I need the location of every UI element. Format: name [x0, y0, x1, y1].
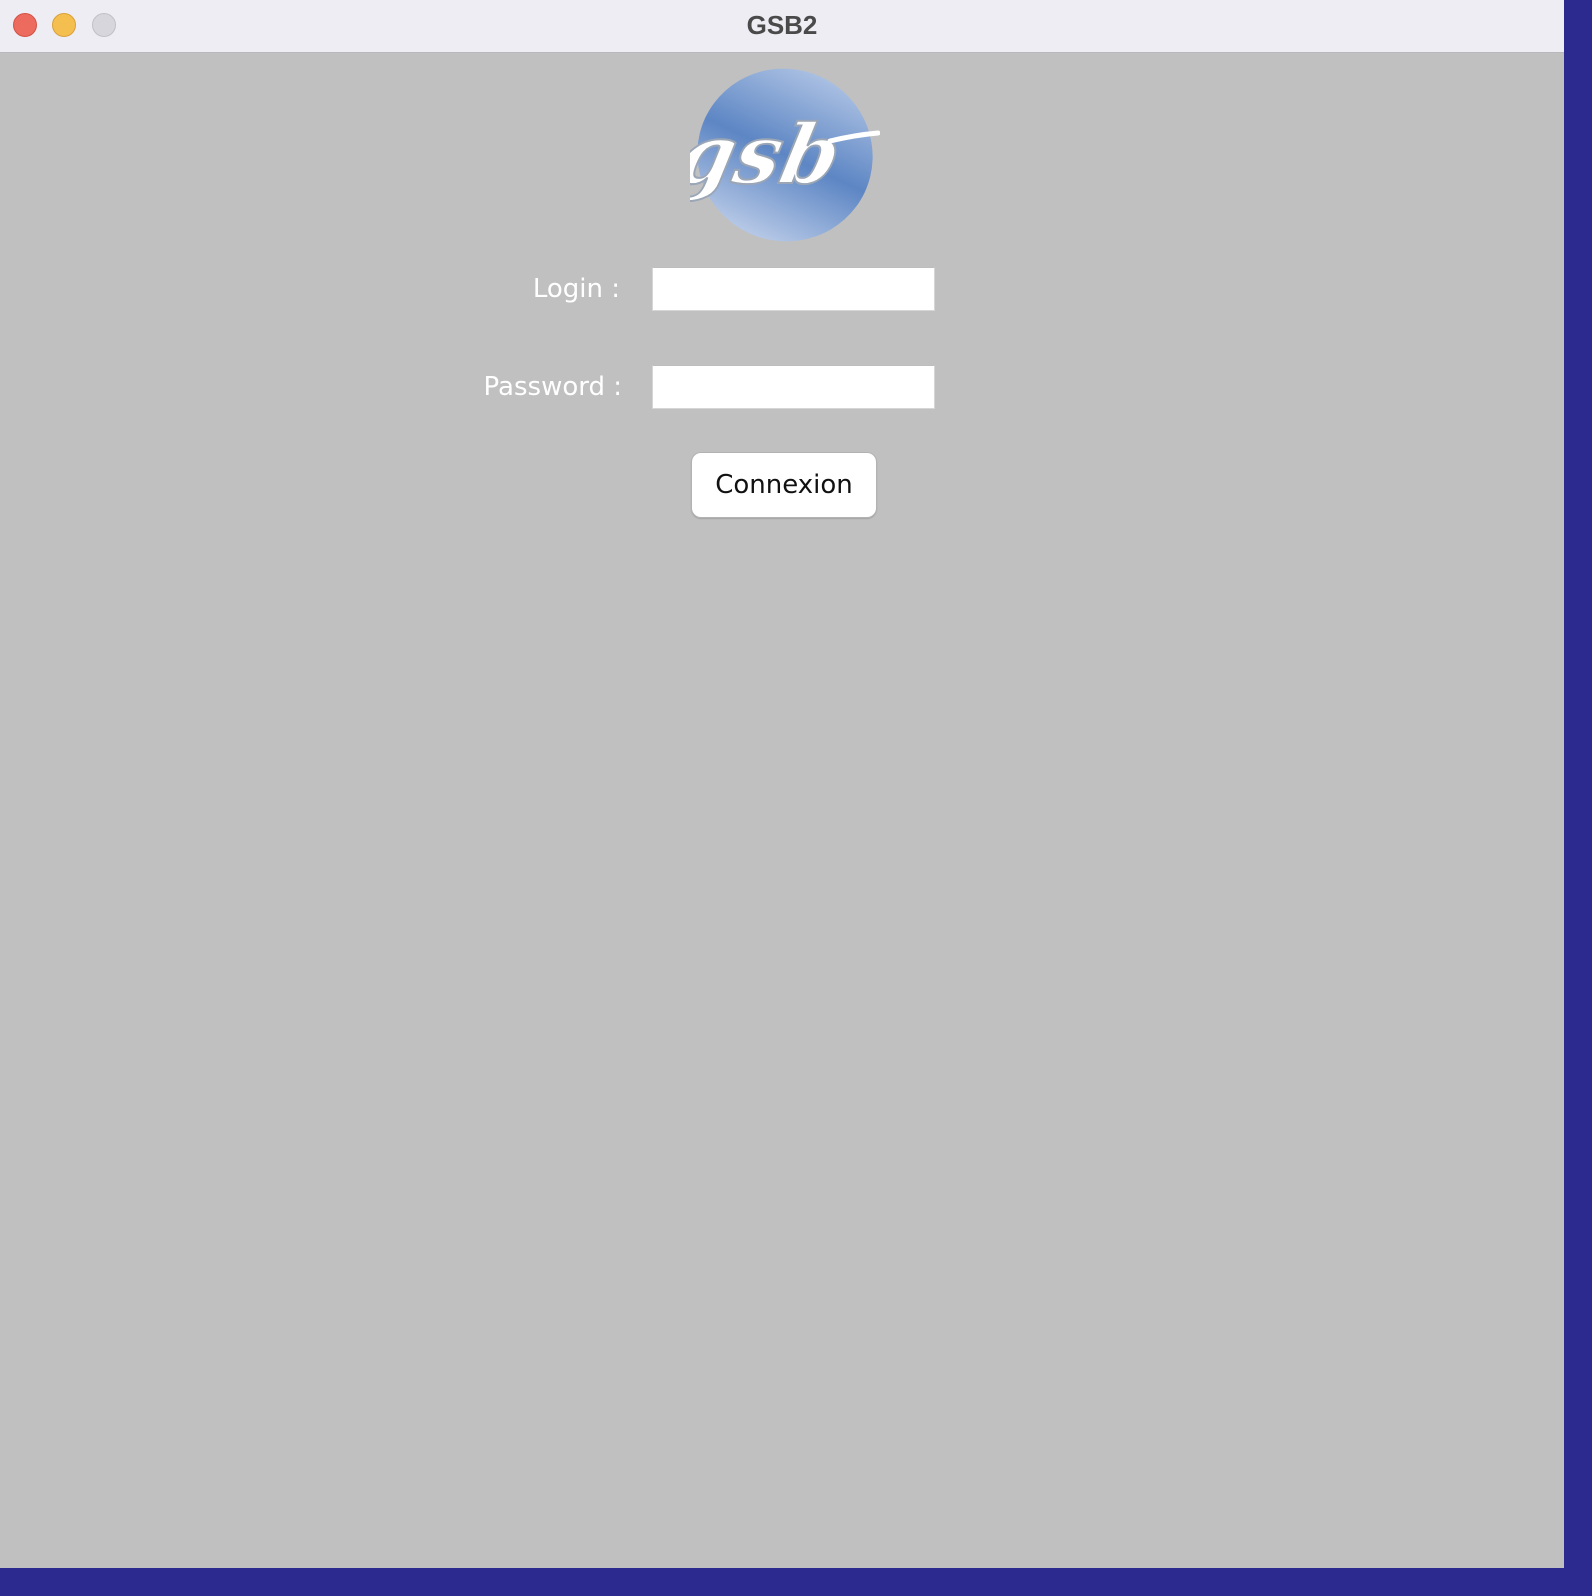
app-window: GSB2 gsb Login : Password : Connexion	[0, 0, 1564, 1568]
password-label: Password :	[483, 372, 622, 402]
title-bar[interactable]: GSB2	[0, 0, 1564, 53]
gsb-logo: gsb	[690, 68, 880, 242]
connexion-button[interactable]: Connexion	[691, 452, 877, 518]
password-input[interactable]	[652, 365, 935, 409]
login-label: Login :	[532, 274, 620, 304]
svg-text:gsb: gsb	[690, 106, 850, 203]
login-panel: gsb Login : Password : Connexion	[0, 53, 1564, 1568]
window-title: GSB2	[746, 10, 818, 40]
login-input[interactable]	[652, 267, 935, 311]
